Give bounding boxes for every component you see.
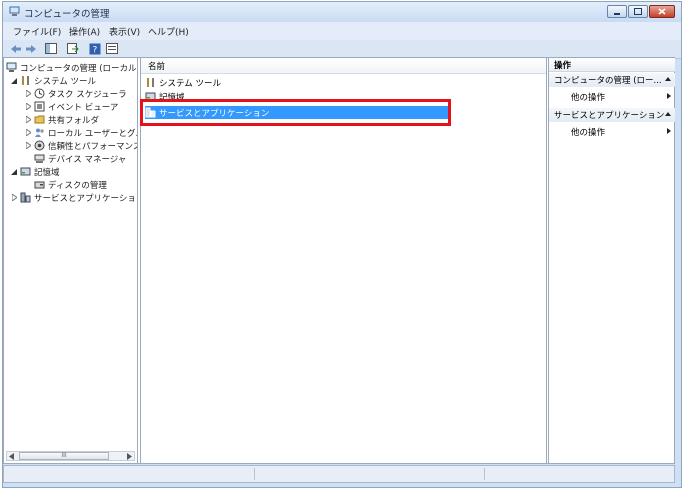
tree-node-event-viewer[interactable]: イベント ビューア <box>24 100 118 113</box>
console-tree: コンピュータの管理 (ローカル) システム ツール タスク スケジューラ イベン… <box>4 58 138 463</box>
tree-node-system-tools[interactable]: システム ツール <box>10 74 96 87</box>
properties-icon <box>106 43 118 54</box>
column-header[interactable]: 名前 <box>141 58 546 74</box>
close-icon <box>658 8 666 15</box>
svg-text:?: ? <box>93 45 98 55</box>
list-item-label: システム ツール <box>159 78 221 89</box>
submenu-arrow-icon <box>667 128 671 134</box>
tools-icon <box>145 77 156 88</box>
tree-horizontal-scrollbar[interactable]: III <box>6 451 135 461</box>
tree-node-disk-management[interactable]: ディスクの管理 <box>34 178 107 191</box>
action-more-actions-2[interactable]: 他の操作 <box>549 125 675 139</box>
actions-section-services-applications[interactable]: サービスとアプリケーション <box>549 108 675 122</box>
actions-section-title: サービスとアプリケーション <box>554 111 665 121</box>
tree-label: コンピュータの管理 (ローカル) <box>20 63 138 74</box>
actions-section-title: コンピュータの管理 (ロー... <box>554 76 662 86</box>
action-label: 他の操作 <box>571 128 606 138</box>
tree-node-reliability-performance[interactable]: 信頼性とパフォーマンス <box>24 139 138 152</box>
forward-button[interactable] <box>24 42 38 55</box>
collapse-toggle-icon[interactable] <box>10 166 18 177</box>
status-divider <box>254 468 255 480</box>
collapse-toggle-icon[interactable] <box>10 75 18 86</box>
action-label: 他の操作 <box>571 93 606 103</box>
menu-view[interactable]: 表示(V) <box>109 25 140 38</box>
menu-bar: ファイル(F) 操作(A) 表示(V) ヘルプ(H) <box>3 22 681 40</box>
tree-label: ディスクの管理 <box>48 180 107 191</box>
tree-label: イベント ビューア <box>48 102 119 113</box>
highlight-annotation-box <box>140 99 451 126</box>
collapse-up-icon[interactable] <box>665 112 671 116</box>
tree-node-storage[interactable]: 記憶域 <box>10 165 60 178</box>
tools-icon <box>20 75 31 86</box>
export-icon <box>67 43 79 54</box>
performance-icon <box>34 140 45 151</box>
back-button[interactable] <box>9 42 23 55</box>
collapse-up-icon[interactable] <box>665 77 671 81</box>
expand-toggle-icon[interactable] <box>24 88 32 99</box>
help-icon: ? <box>89 43 101 55</box>
close-button[interactable] <box>649 5 675 18</box>
tree-label: 記憶域 <box>34 167 60 178</box>
help-button[interactable]: ? <box>88 42 102 55</box>
folder-icon <box>34 114 45 125</box>
tree-node-computer-management[interactable]: コンピュータの管理 (ローカル) <box>6 61 138 74</box>
tree-node-device-manager[interactable]: デバイス マネージャ <box>34 152 126 165</box>
action-more-actions-1[interactable]: 他の操作 <box>549 90 675 104</box>
show-tree-button[interactable] <box>44 42 58 55</box>
tree-node-local-users-groups[interactable]: ローカル ユーザーとグループ <box>24 126 137 139</box>
tree-node-services-applications[interactable]: サービスとアプリケーション <box>10 191 138 204</box>
export-button[interactable] <box>66 42 80 55</box>
expand-toggle-icon[interactable] <box>24 127 32 138</box>
back-icon <box>11 44 21 53</box>
expand-toggle-icon[interactable] <box>24 101 32 112</box>
title-bar[interactable]: コンピュータの管理 <box>3 2 681 22</box>
tree-node-shared-folders[interactable]: 共有フォルダ <box>24 113 99 126</box>
status-divider <box>484 468 485 480</box>
minimize-button[interactable] <box>607 5 627 18</box>
tree-label: タスク スケジューラ <box>48 89 127 100</box>
actions-pane: 操作 コンピュータの管理 (ロー... 他の操作 サービスとアプリケーション 他… <box>548 58 675 463</box>
tree-label: サービスとアプリケーション <box>34 193 138 204</box>
storage-icon <box>20 166 31 177</box>
scrollbar-thumb[interactable]: III <box>19 452 109 460</box>
clock-icon <box>34 88 45 99</box>
actions-section-computer-management[interactable]: コンピュータの管理 (ロー... <box>549 73 675 87</box>
minimize-icon <box>614 12 620 15</box>
computer-icon <box>6 62 17 73</box>
scrollbar-grip: III <box>61 452 67 459</box>
tree-label: ローカル ユーザーとグループ <box>48 128 137 139</box>
device-icon <box>34 153 45 164</box>
event-icon <box>34 101 45 112</box>
maximize-icon <box>634 8 642 15</box>
expand-toggle-icon[interactable] <box>10 192 18 203</box>
tree-label: デバイス マネージャ <box>48 154 127 165</box>
show-tree-icon <box>45 43 57 54</box>
properties-button[interactable] <box>105 42 119 55</box>
services-icon <box>20 192 31 203</box>
actions-header: 操作 <box>549 58 675 72</box>
tree-node-task-scheduler[interactable]: タスク スケジューラ <box>24 87 127 100</box>
menu-help[interactable]: ヘルプ(H) <box>148 25 189 38</box>
forward-icon <box>26 44 36 53</box>
column-name-label: 名前 <box>148 62 166 72</box>
disk-icon <box>34 179 45 190</box>
actions-header-label: 操作 <box>554 60 572 71</box>
submenu-arrow-icon <box>667 93 671 99</box>
users-icon <box>34 127 45 138</box>
tree-label: システム ツール <box>34 76 96 87</box>
scroll-right-icon[interactable] <box>126 453 132 460</box>
maximize-button[interactable] <box>628 5 648 18</box>
expand-toggle-icon[interactable] <box>24 114 32 125</box>
expand-toggle-icon[interactable] <box>24 140 32 151</box>
computer-management-icon <box>9 6 20 16</box>
list-item-system-tools[interactable]: システム ツール <box>145 76 221 89</box>
scroll-left-icon[interactable] <box>9 453 15 460</box>
tree-label: 共有フォルダ <box>48 115 100 126</box>
status-bar <box>3 465 675 483</box>
tree-label: 信頼性とパフォーマンス <box>48 141 138 152</box>
menu-action[interactable]: 操作(A) <box>69 25 100 38</box>
menu-file[interactable]: ファイル(F) <box>13 25 61 38</box>
window-title: コンピュータの管理 <box>24 9 110 20</box>
